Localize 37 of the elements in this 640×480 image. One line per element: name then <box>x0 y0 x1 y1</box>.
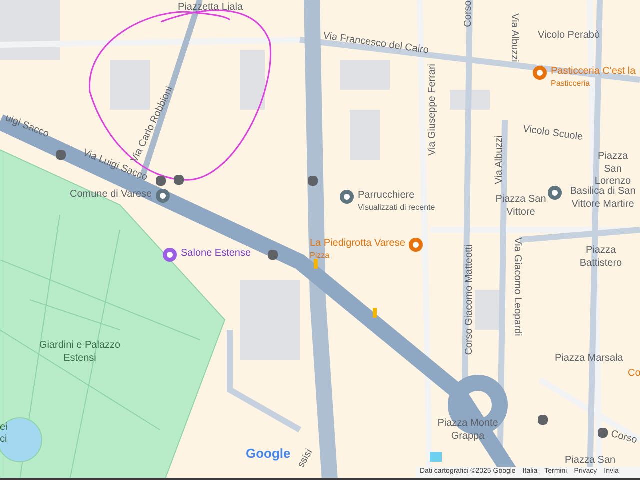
place-label[interactable]: Basilica di San Vittore Martire <box>566 186 640 211</box>
bus-stop-icon[interactable] <box>598 428 608 438</box>
street-label: Via Giuseppe Ferrari <box>428 64 438 156</box>
street-label: Via Albuzzi <box>495 136 505 184</box>
street-label: uigi Sacco <box>4 114 50 140</box>
street-label: Via Albuzzi <box>509 14 519 62</box>
street-label: Corso <box>610 430 638 446</box>
place-label[interactable]: Piazza Marsala <box>555 353 624 366</box>
place-label[interactable]: Piazza San <box>565 455 616 468</box>
google-logo: Google <box>246 447 291 460</box>
traffic-light-icon <box>373 308 377 318</box>
place-label[interactable]: Piazza San Vittore <box>493 194 549 219</box>
bus-stop-icon[interactable] <box>538 415 548 425</box>
place-label[interactable]: ci <box>0 434 8 446</box>
place-label[interactable]: Salone Estense <box>181 248 252 260</box>
place-label[interactable]: ei <box>0 422 8 434</box>
place-label[interactable]: La Piedigrotta Varese <box>310 238 406 250</box>
traffic-light-icon <box>314 259 318 269</box>
bus-stop-icon[interactable] <box>56 150 66 160</box>
place-label[interactable]: Piazzetta Liala <box>178 2 244 14</box>
street-label: Vicolo Scuole <box>522 124 584 144</box>
street-label: Via Francesco del Cairo <box>322 32 430 56</box>
place-label[interactable]: Co <box>628 368 640 380</box>
street-label: Corso <box>464 0 474 28</box>
place-subtitle: Pasticceria <box>551 78 592 88</box>
place-label[interactable]: Parrucchiere <box>358 190 436 202</box>
place-label[interactable]: Piazza Battistero <box>578 245 624 270</box>
place-subtitle: Pizza <box>310 250 331 260</box>
street-label: Vicolo Perabò <box>538 31 600 41</box>
street-label: Corso Giacomo Matteotti <box>465 244 475 356</box>
pin-icon[interactable] <box>340 190 354 204</box>
place-label[interactable]: Pasticceria C'est la <box>551 66 636 78</box>
street-label: Via Giacomo Leopardi <box>512 238 522 336</box>
place-subtitle: Visualizzati di recente <box>358 202 436 212</box>
place-label[interactable]: Giardini e Palazzo Estensi <box>38 340 122 365</box>
bus-stop-icon[interactable] <box>308 176 318 186</box>
bus-stop-icon[interactable] <box>268 250 278 260</box>
